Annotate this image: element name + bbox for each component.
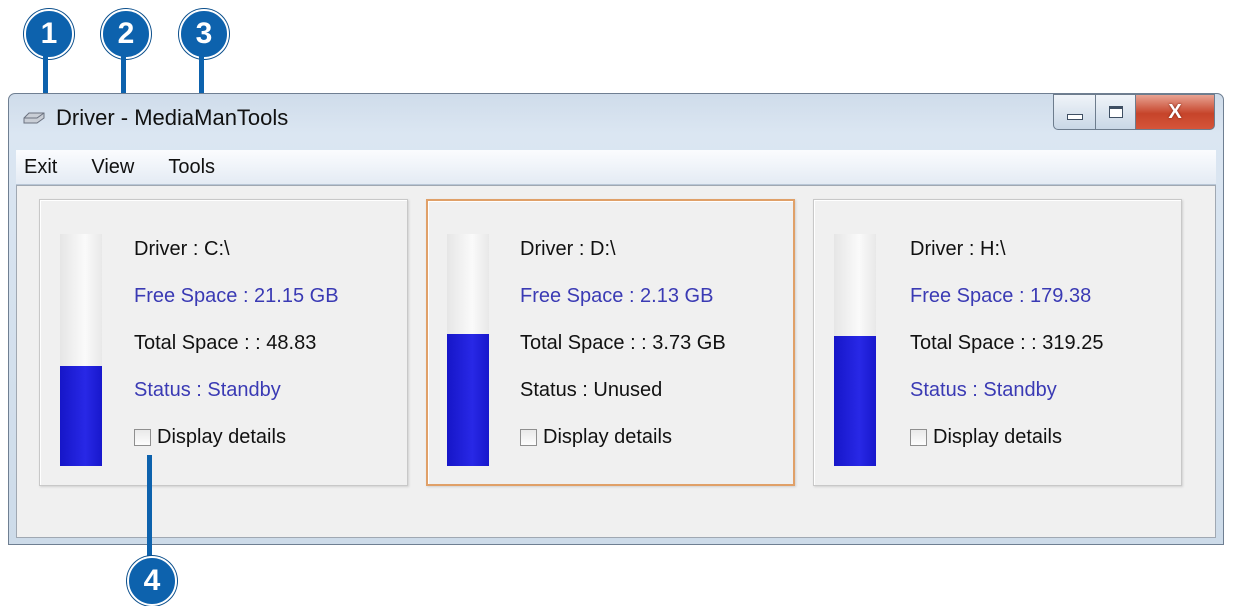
usage-bar-fill <box>447 333 489 466</box>
menu-tools[interactable]: Tools <box>168 156 215 179</box>
display-details-option[interactable]: Display details <box>134 426 339 449</box>
menu-exit[interactable]: Exit <box>24 156 57 179</box>
close-icon: X <box>1168 100 1182 123</box>
minimize-button[interactable] <box>1053 94 1095 130</box>
display-details-label: Display details <box>543 426 672 448</box>
display-details-option[interactable]: Display details <box>910 426 1103 449</box>
free-space: Free Space : 2.13 GB <box>520 285 714 307</box>
minimize-icon <box>1066 114 1083 120</box>
title-bar[interactable]: Driver - MediaManTools X <box>9 94 1223 150</box>
drive-info: Driver : D:\ Free Space : 2.13 GB Total … <box>520 238 726 449</box>
drive-status: Status : Unused <box>520 379 663 401</box>
drive-status: Status : Standby <box>910 379 1057 401</box>
menu-bar: Exit View Tools <box>16 150 1216 185</box>
callout-1: 1 <box>24 9 74 59</box>
display-details-label: Display details <box>933 426 1062 448</box>
drive-panel-d[interactable]: Driver : D:\ Free Space : 2.13 GB Total … <box>426 199 795 486</box>
display-details-checkbox[interactable] <box>134 429 151 446</box>
drive-status: Status : Standby <box>134 379 281 401</box>
drive-name: Driver : H:\ <box>910 238 1006 260</box>
usage-bar <box>60 234 102 466</box>
maximize-icon <box>1108 106 1123 118</box>
usage-bar <box>447 234 489 466</box>
window-title: Driver - MediaManTools <box>56 105 289 130</box>
callout-4: 4 <box>127 556 177 606</box>
drive-info: Driver : H:\ Free Space : 179.38 Total S… <box>910 238 1103 449</box>
drive-name: Driver : D:\ <box>520 238 616 260</box>
display-details-option[interactable]: Display details <box>520 426 726 449</box>
drive-panels-area: Driver : C:\ Free Space : 21.15 GB Total… <box>16 185 1216 538</box>
usage-bar <box>834 234 876 466</box>
usage-bar-fill <box>834 336 876 466</box>
callout-2: 2 <box>101 9 151 59</box>
total-space: Total Space : : 3.73 GB <box>520 332 726 354</box>
callout-4-line <box>147 455 152 565</box>
drive-panel-c[interactable]: Driver : C:\ Free Space : 21.15 GB Total… <box>39 199 408 486</box>
free-space: Free Space : 179.38 <box>910 285 1092 307</box>
menu-view[interactable]: View <box>91 156 134 179</box>
display-details-checkbox[interactable] <box>910 429 927 446</box>
drive-panel-h[interactable]: Driver : H:\ Free Space : 179.38 Total S… <box>813 199 1182 486</box>
display-details-checkbox[interactable] <box>520 429 537 446</box>
usage-bar-fill <box>60 366 102 466</box>
window-controls: X <box>1053 94 1215 130</box>
drive-name: Driver : C:\ <box>134 238 230 260</box>
callout-3: 3 <box>179 9 229 59</box>
drive-icon <box>23 112 45 124</box>
total-space: Total Space : : 319.25 <box>910 332 1104 354</box>
maximize-button[interactable] <box>1095 94 1135 130</box>
close-button[interactable]: X <box>1135 94 1215 130</box>
display-details-label: Display details <box>157 426 286 448</box>
total-space: Total Space : : 48.83 <box>134 332 317 354</box>
app-window: Driver - MediaManTools X Exit View Tools… <box>8 93 1224 545</box>
drive-info: Driver : C:\ Free Space : 21.15 GB Total… <box>134 238 339 449</box>
free-space: Free Space : 21.15 GB <box>134 285 339 307</box>
